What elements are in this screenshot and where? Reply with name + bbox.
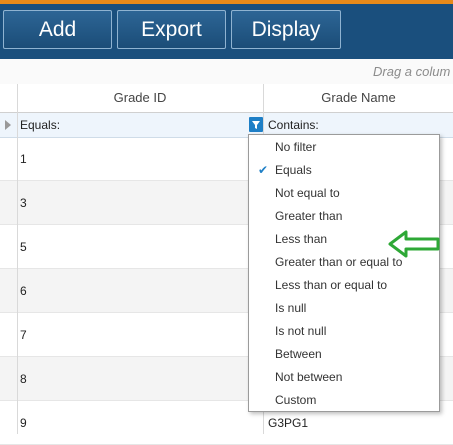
grade-id-cell: 5 bbox=[20, 240, 27, 254]
filter-operator-dropdown[interactable]: No filter ✔ Equals Not equal to Greater … bbox=[248, 134, 440, 412]
column-header-grade-name[interactable]: Grade Name bbox=[264, 84, 453, 112]
export-button[interactable]: Export bbox=[117, 10, 226, 49]
checkmark-icon: ✔ bbox=[258, 163, 269, 177]
funnel-icon bbox=[252, 121, 260, 129]
toolbar-top-stripe bbox=[0, 0, 453, 4]
column-divider bbox=[17, 84, 18, 434]
add-button[interactable]: Add bbox=[3, 10, 112, 49]
filter-option-greater-than[interactable]: Greater than bbox=[249, 205, 439, 228]
filter-option-not-equal-to[interactable]: Not equal to bbox=[249, 182, 439, 205]
filter-option-custom[interactable]: Custom bbox=[249, 389, 439, 412]
grade-id-cell: 6 bbox=[20, 284, 27, 298]
grade-id-cell: 8 bbox=[20, 372, 27, 386]
filter-option-is-null[interactable]: Is null bbox=[249, 297, 439, 320]
toolbar: Add Export Display bbox=[0, 0, 453, 59]
grid-header: Grade ID Grade Name bbox=[0, 84, 453, 113]
group-panel[interactable]: Drag a colum bbox=[0, 59, 453, 85]
column-header-grade-id[interactable]: Grade ID bbox=[17, 84, 263, 112]
filter-option-equals[interactable]: ✔ Equals bbox=[249, 159, 439, 182]
grade-id-filter-operator[interactable]: Equals: bbox=[20, 118, 60, 132]
group-panel-hint: Drag a colum bbox=[373, 64, 451, 79]
row-indicator-icon bbox=[5, 120, 11, 130]
filter-option-is-not-null[interactable]: Is not null bbox=[249, 320, 439, 343]
filter-option-not-between[interactable]: Not between bbox=[249, 366, 439, 389]
green-arrow-icon bbox=[388, 230, 440, 258]
filter-option-less-than-or-equal-to[interactable]: Less than or equal to bbox=[249, 274, 439, 297]
grade-name-cell: G3PG1 bbox=[268, 416, 309, 430]
filter-button[interactable] bbox=[249, 117, 263, 132]
grade-id-cell: 7 bbox=[20, 328, 27, 342]
grade-id-cell: 1 bbox=[20, 152, 27, 166]
grade-name-filter-operator[interactable]: Contains: bbox=[268, 118, 319, 132]
filter-option-between[interactable]: Between bbox=[249, 343, 439, 366]
filter-option-no-filter[interactable]: No filter bbox=[249, 136, 439, 159]
display-button[interactable]: Display bbox=[231, 10, 341, 49]
grade-id-cell: 9 bbox=[20, 416, 27, 430]
grade-id-cell: 3 bbox=[20, 196, 27, 210]
